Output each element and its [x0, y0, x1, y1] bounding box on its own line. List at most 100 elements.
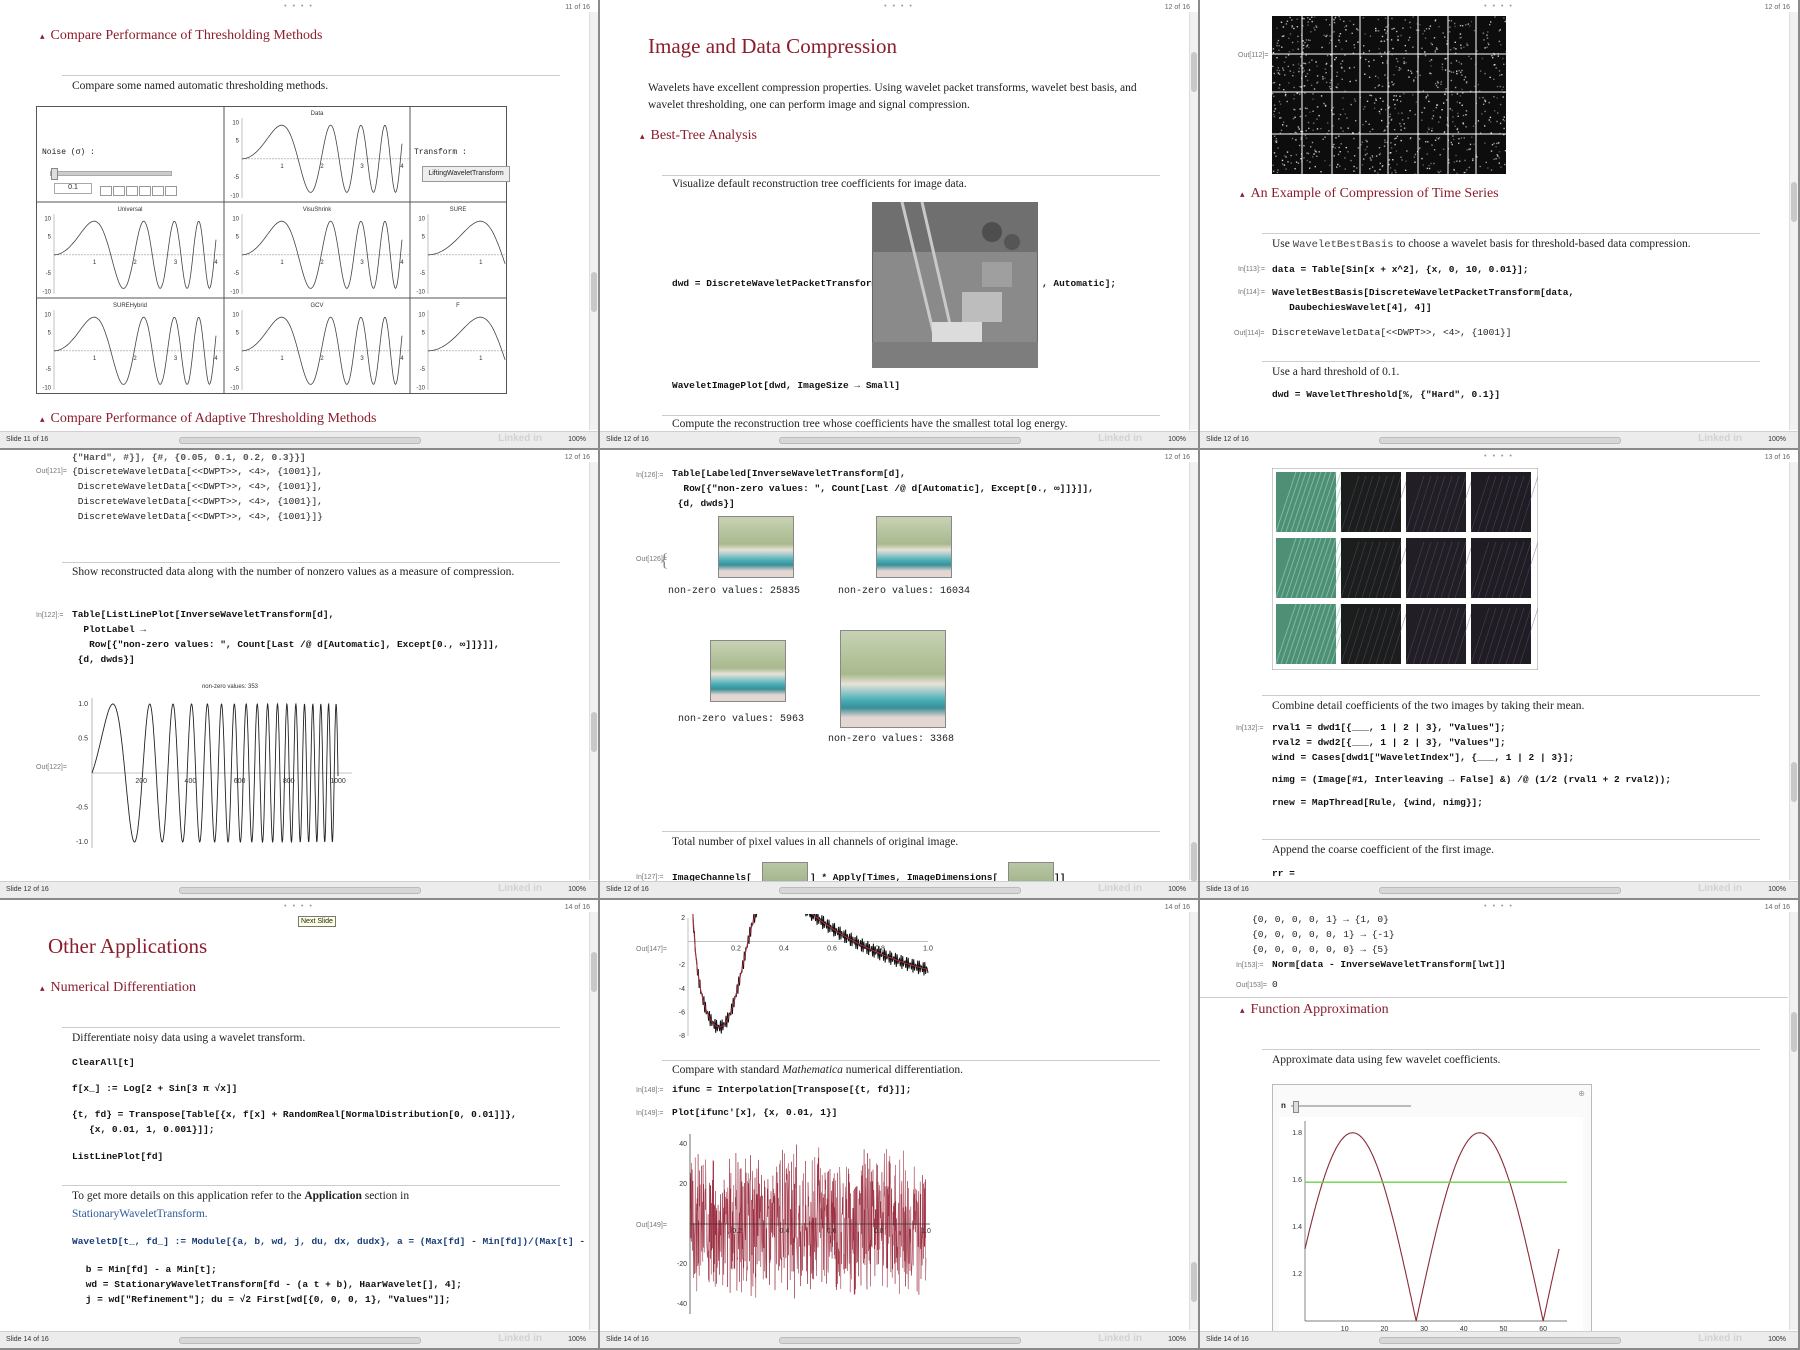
aerial-image: [872, 202, 1038, 368]
code-input[interactable]: Norm[data - InverseWaveletTransform[lwt]…: [1272, 957, 1506, 972]
vertical-scrollbar[interactable]: [1789, 912, 1798, 1330]
code-input[interactable]: dwd = DiscreteWaveletPacketTransform[: [672, 276, 883, 291]
speckle: [1375, 155, 1378, 157]
zoom-menu[interactable]: 100%: [568, 436, 586, 443]
speckle: [1488, 101, 1490, 104]
vertical-scrollbar[interactable]: [589, 912, 598, 1330]
section-heading[interactable]: ▴ Function Approximation: [1240, 1002, 1389, 1018]
speckle: [1338, 39, 1340, 41]
vertical-scrollbar[interactable]: [589, 12, 598, 430]
section-heading[interactable]: ▴ An Example of Compression of Time Serie…: [1240, 186, 1499, 202]
collapse-triangle-icon[interactable]: ▴: [640, 131, 645, 141]
y-tick-label: -5: [46, 367, 52, 373]
horizontal-scrollbar[interactable]: [179, 887, 421, 894]
code-input-2[interactable]: f[x_] := Log[2 + Sin[3 π √x]]: [72, 1081, 237, 1096]
collapse-triangle-icon[interactable]: ▴: [1240, 189, 1245, 199]
code-input[interactable]: data = Table[Sin[x + x^2], {x, 0, 10, 0.…: [1272, 262, 1529, 277]
collapse-triangle-icon[interactable]: ▴: [40, 983, 45, 993]
speckle: [1407, 69, 1410, 72]
speckle: [1345, 29, 1347, 31]
animator-controls[interactable]: [100, 183, 177, 201]
n-slider[interactable]: [1291, 1101, 1411, 1113]
code-input-4[interactable]: rr =: [1272, 866, 1295, 881]
description-text: Compare some named automatic thresholdin…: [72, 80, 329, 92]
zoom-menu[interactable]: 100%: [1768, 1336, 1786, 1343]
vertical-scrollbar[interactable]: [1789, 12, 1798, 430]
speckle: [1333, 19, 1335, 21]
code-input-tail[interactable]: , Automatic];: [1042, 276, 1116, 291]
collapse-triangle-icon[interactable]: ▴: [40, 414, 45, 424]
speckle: [1379, 112, 1381, 115]
speckle: [1430, 72, 1432, 75]
code-input-5[interactable]: WaveletD[t_, fd_] := Module[{a, b, wd, j…: [72, 1234, 598, 1249]
horizontal-scrollbar[interactable]: [1379, 437, 1621, 444]
speckle: [1481, 57, 1484, 60]
speckle: [1370, 94, 1373, 97]
zoom-menu[interactable]: 100%: [1168, 436, 1186, 443]
speckle: [1502, 118, 1504, 121]
options-icon[interactable]: ⊕: [1578, 1089, 1585, 1098]
speckle: [1280, 21, 1283, 23]
code-input-2[interactable]: Plot[ifunc'[x], {x, 0.01, 1}]: [672, 1105, 837, 1120]
zoom-menu[interactable]: 100%: [1168, 886, 1186, 893]
zoom-menu[interactable]: 100%: [1168, 1336, 1186, 1343]
zoom-menu[interactable]: 100%: [568, 1336, 586, 1343]
code-input[interactable]: rval1 = dwd1[{___, 1 | 2 | 3}, "Values"]…: [1272, 720, 1574, 765]
code-input-3[interactable]: rnew = MapThread[Rule, {wind, nimg}];: [1272, 795, 1483, 810]
code-input[interactable]: Table[Labeled[InverseWaveletTransform[d]…: [672, 466, 1094, 511]
vertical-scrollbar[interactable]: [1189, 12, 1198, 430]
vertical-scrollbar[interactable]: [1789, 462, 1798, 880]
zoom-menu[interactable]: 100%: [568, 886, 586, 893]
vertical-scrollbar[interactable]: [589, 462, 598, 880]
speckle: [1302, 51, 1304, 53]
transform-button[interactable]: LiftingWaveletTransform: [422, 166, 510, 182]
code-input-2[interactable]: WaveletImagePlot[dwd, ImageSize → Small]: [672, 378, 900, 393]
speckle: [1493, 54, 1496, 56]
speckle: [1396, 30, 1398, 33]
noise-value-field[interactable]: 0.1: [54, 183, 92, 194]
speckle: [1369, 130, 1371, 133]
horizontal-scrollbar[interactable]: [779, 887, 1021, 894]
speckle: [1382, 100, 1384, 102]
horizontal-scrollbar[interactable]: [1379, 887, 1621, 894]
y-tick-label: 1.4: [1292, 1224, 1302, 1231]
collapse-triangle-icon[interactable]: ▴: [1240, 1005, 1245, 1015]
section-heading[interactable]: ▴ Compare Performance of Thresholding Met…: [40, 28, 322, 44]
vertical-scrollbar[interactable]: [1189, 912, 1198, 1330]
section-heading[interactable]: ▴ Numerical Differentiation: [40, 980, 196, 996]
code-input-2[interactable]: nimg = (Image[#1, Interleaving → False] …: [1272, 772, 1671, 787]
speckle: [1388, 86, 1390, 88]
horizontal-scrollbar[interactable]: [179, 1337, 421, 1344]
speckle: [1472, 159, 1474, 162]
zoom-menu[interactable]: 100%: [1768, 436, 1786, 443]
code-input[interactable]: Table[ListLinePlot[InverseWaveletTransfo…: [72, 607, 500, 667]
code-input[interactable]: ifunc = Interpolation[Transpose[{t, fd}]…: [672, 1082, 911, 1097]
horizontal-scrollbar[interactable]: [779, 1337, 1021, 1344]
collapse-triangle-icon[interactable]: ▴: [40, 31, 45, 41]
code-input-3[interactable]: dwd = WaveletThreshold[%, {"Hard", 0.1}]: [1272, 387, 1500, 402]
code-input-3[interactable]: {t, fd} = Transpose[Table[{x, f[x] + Ran…: [72, 1107, 517, 1137]
speckle: [1384, 139, 1386, 141]
section-heading[interactable]: ▴ Best-Tree Analysis: [640, 128, 757, 144]
speckle: [1332, 146, 1334, 148]
speckle: [1490, 21, 1492, 23]
horizontal-scrollbar[interactable]: [179, 437, 421, 444]
code-input[interactable]: ClearAll[t]: [72, 1055, 135, 1070]
horizontal-scrollbar[interactable]: [779, 437, 1021, 444]
reconstructed-car-image: [876, 516, 952, 578]
stationary-wavelet-transform-link[interactable]: StationaryWaveletTransform.: [72, 1206, 208, 1223]
code-input-6[interactable]: b = Min[fd] - a Min[t]; wd = StationaryW…: [80, 1262, 462, 1307]
section-heading-2[interactable]: ▴ Compare Performance of Adaptive Thresho…: [40, 411, 376, 427]
speckle: [1292, 64, 1295, 66]
speckle: [1286, 100, 1288, 103]
code-input-2[interactable]: WaveletBestBasis[DiscreteWaveletPacketTr…: [1272, 285, 1574, 315]
zoom-menu[interactable]: 100%: [1768, 886, 1786, 893]
speckle: [1503, 127, 1505, 130]
noise-slider[interactable]: [50, 168, 172, 180]
vertical-scrollbar[interactable]: [1189, 462, 1198, 882]
code-input-4[interactable]: ListLinePlot[fd]: [72, 1149, 163, 1164]
horizontal-scrollbar[interactable]: [1379, 1337, 1621, 1344]
description-text: Differentiate noisy data using a wavelet…: [72, 1032, 306, 1044]
speckle: [1496, 97, 1498, 99]
description-text-2: Append the coarse coefficient of the fir…: [1272, 844, 1495, 856]
